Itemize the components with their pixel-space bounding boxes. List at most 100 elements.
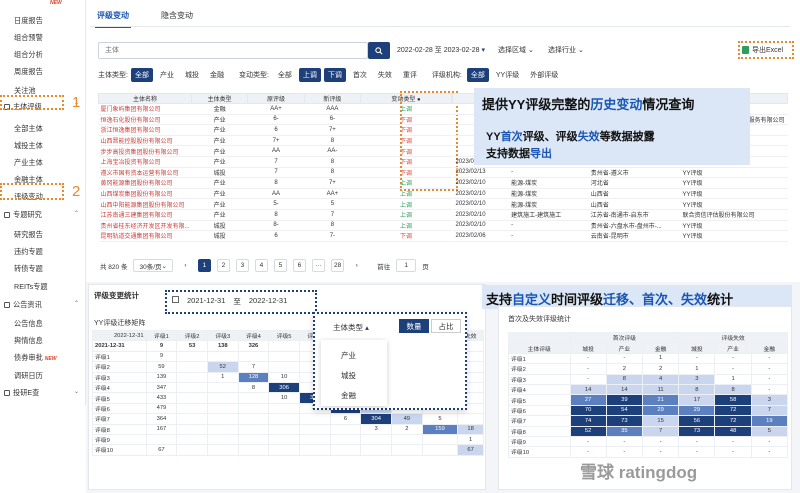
sidebar-item-8[interactable]: 产业主体 [14, 158, 43, 168]
table-row[interactable]: 山西中阳能源集团股份有限公司 产业 5- 5 上调 [98, 198, 452, 210]
chip-entity-urban[interactable]: 城投 [181, 68, 203, 82]
chip-change-down[interactable]: 下调 [323, 68, 346, 82]
table-row[interactable]: 昆明轨道交通集团有限公司 城投 6 7- 下调 [98, 230, 452, 242]
chip-agency-all[interactable]: 全部 [466, 68, 489, 82]
right-cell: 1 [714, 373, 752, 385]
chip-change-up[interactable]: 上调 [298, 68, 321, 82]
dimension-select[interactable]: 主体类型 ▴ [333, 322, 369, 333]
chip-change-first[interactable]: 首次 [349, 68, 371, 82]
goto-input[interactable]: 1 [396, 259, 417, 272]
search-input[interactable] [98, 42, 368, 59]
page-28[interactable]: 28 [330, 259, 345, 272]
table-row[interactable]: 浙江恒逸集团有限公司 产业 6 7+ 下调 [98, 124, 452, 136]
sidebar-item-16[interactable]: 公告资讯 [4, 300, 42, 310]
entity-name-cell[interactable]: 江苏南通三建集团有限公司 [98, 209, 192, 221]
matrix-cell [145, 433, 178, 446]
sidebar-item-14[interactable]: 转债专题 [14, 264, 43, 274]
col-entity-type[interactable]: 主体类型 [191, 93, 249, 104]
export-excel-button[interactable]: 导出Excel [738, 42, 792, 58]
page-size-select[interactable]: 30条/页 ⌄ [133, 259, 173, 272]
page-ellipsis[interactable]: ··· [311, 259, 325, 272]
industry-select[interactable]: 选择行业 ⌄ [548, 45, 584, 55]
entity-name-cell[interactable]: 贵州省桂东经济开发区开发有限... [98, 220, 192, 232]
sidebar-item-12[interactable]: 研究报告 [14, 230, 43, 240]
entity-name-cell[interactable]: 黄冈能源集团股份有限公司 [98, 177, 192, 189]
right-cell: 评级6 [508, 404, 571, 417]
change-date-cell: 2023/02/13 [452, 167, 509, 179]
right-cell: - [678, 446, 716, 458]
chip-change-invalid[interactable]: 失效 [374, 68, 396, 82]
entity-name-cell[interactable]: 山西晋能控股股份有限公司 [98, 135, 192, 147]
table-row[interactable]: 山西煤炭集团股份有限公司 产业 AA AA+ 上调 [98, 188, 452, 200]
matrix-cell: 433 [145, 392, 178, 404]
col-new-rating[interactable]: 新评级 [303, 93, 362, 104]
prev-page-button[interactable]: ‹ [179, 259, 192, 272]
matrix-cell: 评级2 [92, 361, 147, 373]
search-button[interactable] [368, 42, 390, 59]
table-row[interactable]: 黄冈能源集团股份有限公司 产业 8 7+ 上调 [98, 177, 452, 189]
col-old-rating[interactable]: 原评级 [247, 93, 305, 104]
sidebar-item-7[interactable]: 城投主体 [14, 141, 43, 151]
page-2[interactable]: 2 [216, 259, 230, 272]
sidebar-item-18[interactable]: 舆情信息 [14, 336, 43, 346]
entity-name-cell[interactable]: 厦门象屿集团有限公司 [98, 103, 192, 115]
old-rating-cell: 7+ [247, 135, 305, 147]
entity-name-cell[interactable]: 步步高投资集团股份有限公司 [98, 145, 192, 157]
ratio-toggle[interactable]: 占比 [431, 319, 461, 333]
chip-agency-external[interactable]: 外部评级 [526, 68, 562, 82]
entity-name-cell[interactable]: 山西中阳能源集团股份有限公司 [98, 198, 192, 210]
menu-item-urban[interactable]: 城投 [341, 370, 356, 381]
sidebar-item-2[interactable]: 组合分析 [14, 50, 43, 60]
page-3[interactable]: 3 [235, 259, 249, 272]
entity-name-cell[interactable]: 遵义市国有资本运营有限公司 [98, 167, 192, 179]
count-toggle[interactable]: 数量 [399, 319, 429, 333]
entity-name-cell[interactable]: 山西煤炭集团股份有限公司 [98, 188, 192, 200]
page-6[interactable]: 6 [292, 259, 306, 272]
chip-agency-yy[interactable]: YY评级 [492, 68, 523, 82]
entity-name-cell[interactable]: 浙江恒逸集团有限公司 [98, 124, 192, 136]
menu-item-industry[interactable]: 产业 [341, 350, 356, 361]
chip-entity-industry[interactable]: 产业 [156, 68, 178, 82]
page-5[interactable]: 5 [273, 259, 287, 272]
sidebar-item-3[interactable]: 周度报告 [14, 67, 43, 77]
table-row[interactable]: 江苏南通三建集团有限公司 产业 8 7 上调 [98, 209, 452, 221]
sidebar-item-15[interactable]: REITs专题 [14, 282, 48, 292]
chip-entity-finance[interactable]: 金融 [206, 68, 228, 82]
next-page-button[interactable]: › [350, 259, 363, 272]
page-1[interactable]: 1 [197, 259, 211, 272]
entity-name-cell[interactable]: 恒逸石化股份有限公司 [98, 114, 192, 126]
sidebar-item-11[interactable]: 专题研究 [4, 210, 42, 220]
sidebar-item-21[interactable]: 投研E查 [4, 388, 39, 398]
sidebar-item-19[interactable]: 债券审批 NEW [14, 353, 56, 363]
sidebar-item-0[interactable]: 日度报告 [14, 16, 43, 26]
sidebar-item-6[interactable]: 全部主体 [14, 124, 43, 134]
sidebar-item-13[interactable]: 违约专题 [14, 247, 43, 257]
entity-name-cell[interactable]: 昆明轨道交通集团有限公司 [98, 230, 192, 242]
table-row[interactable]: 上海宝冶投资有限公司 产业 7 8 下调 [98, 156, 452, 168]
tab-implied-change[interactable]: 隐含变动 [159, 8, 195, 28]
col-entity-name[interactable]: 主体名称 [97, 93, 193, 104]
table-row[interactable]: 贵州省桂东经济开发区开发有限... 城投 8- 8 上调 [98, 220, 452, 232]
table-row[interactable]: 恒逸石化股份有限公司 产业 6- 6- 下调 [98, 114, 452, 126]
region-select[interactable]: 选择区域 ⌄ [498, 45, 534, 55]
table-row[interactable]: 步步高投资集团股份有限公司 产业 AA AA- 下调 [98, 145, 452, 157]
right-cell: 73 [605, 415, 644, 427]
table-row[interactable]: 遵义市国有资本运营有限公司 城投 7 8 下调 [98, 167, 452, 179]
entity-name-cell[interactable]: 上海宝冶投资有限公司 [98, 156, 192, 168]
stats-date-range[interactable]: 2021-12-31 至 2022-12-31 [172, 296, 287, 307]
matrix-cell [206, 444, 239, 456]
sidebar-item-1[interactable]: 组合预警 [14, 33, 43, 43]
sidebar-item-20[interactable]: 调研日历 [14, 371, 43, 381]
menu-item-finance[interactable]: 金融 [341, 390, 356, 401]
chip-change-rerate[interactable]: 重评 [399, 68, 421, 82]
chip-entity-all[interactable]: 全部 [130, 68, 153, 82]
chip-change-all[interactable]: 全部 [274, 68, 296, 82]
page-4[interactable]: 4 [254, 259, 268, 272]
table-row[interactable]: 山西晋能控股股份有限公司 产业 7+ 8 下调 [98, 135, 452, 147]
sidebar-item-17[interactable]: 公告信息 [14, 319, 43, 329]
date-range-picker[interactable]: 2022-02-28 至 2023-02-28 ▾ [397, 45, 485, 55]
tab-rating-change[interactable]: 评级变动 [95, 8, 131, 28]
table-row[interactable]: 厦门象屿集团有限公司 金融 AA+ AAA 上调 [98, 103, 452, 115]
right-cell: 5 [750, 425, 789, 437]
callout-highlight: 迁移、首次、失效 [603, 292, 708, 307]
